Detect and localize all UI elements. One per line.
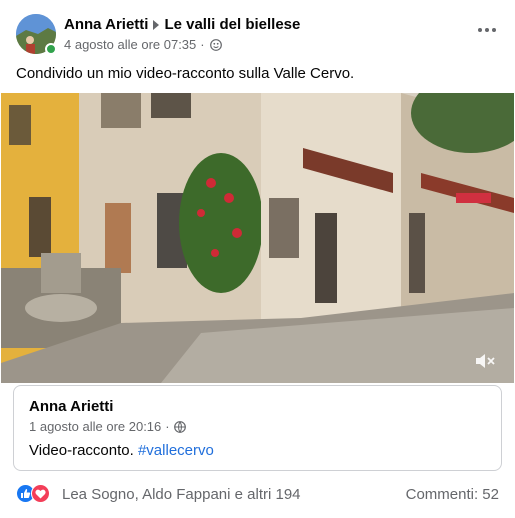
video-frame-village-street: [1, 93, 514, 383]
meta-separator: ·: [200, 37, 205, 52]
post-text: Condivido un mio video-racconto sulla Va…: [16, 65, 355, 82]
post-header: Anna Arietti Le valli del biellese 4 ago…: [14, 14, 501, 56]
group-name-link[interactable]: Le valli del biellese: [164, 16, 300, 33]
comments-count-link[interactable]: Commenti: 52: [406, 486, 499, 503]
shared-timestamp-link[interactable]: 1 agosto alle ore 20:16: [29, 419, 161, 434]
love-icon: [31, 484, 50, 503]
more-icon: [478, 28, 496, 32]
post-meta: 4 agosto alle ore 07:35 ·: [64, 37, 222, 52]
shared-author-name[interactable]: Anna Arietti: [29, 398, 113, 415]
caret-right-icon: [153, 19, 160, 30]
shared-meta-separator: ·: [165, 419, 170, 434]
reaction-names-link[interactable]: Lea Sogno, Aldo Fappani e altri 194: [62, 486, 301, 503]
post-author-line: Anna Arietti Le valli del biellese: [64, 16, 300, 33]
shared-post-meta: 1 agosto alle ore 20:16 ·: [29, 419, 186, 434]
reaction-icons[interactable]: [16, 484, 54, 504]
online-status-dot: [45, 43, 57, 55]
shared-post-card[interactable]: Anna Arietti 1 agosto alle ore 20:16 · V…: [13, 385, 502, 471]
reactions-bar: Lea Sogno, Aldo Fappani e altri 194 Comm…: [16, 483, 499, 505]
hashtag-link[interactable]: #vallecervo: [138, 442, 214, 459]
shared-text-body: Video-racconto.: [29, 442, 134, 459]
post-timestamp-link[interactable]: 4 agosto alle ore 07:35: [64, 37, 196, 52]
more-options-button[interactable]: [473, 18, 501, 42]
globe-icon[interactable]: [173, 420, 186, 433]
shared-post-text: Video-racconto. #vallecervo: [29, 442, 214, 459]
author-name-link[interactable]: Anna Arietti: [64, 16, 148, 33]
author-avatar[interactable]: [16, 14, 57, 55]
speaker-muted-icon[interactable]: [474, 351, 496, 371]
friends-icon[interactable]: [209, 38, 222, 51]
video-player[interactable]: [1, 93, 514, 383]
post-card: Anna Arietti Le valli del biellese 4 ago…: [0, 0, 515, 518]
